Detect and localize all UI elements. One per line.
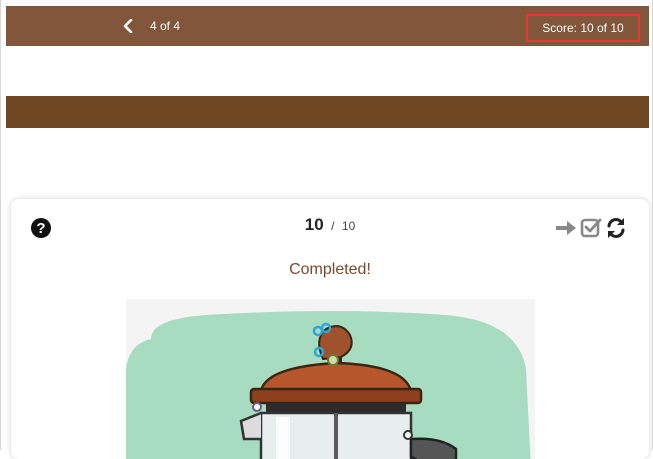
check-square-icon [580,218,602,238]
arrow-right-icon [556,221,576,235]
score-total: 10 [341,219,356,233]
card-score: 10 / 10 [11,215,649,235]
app-frame: 4 of 4 Score: 10 of 10 ? 10 / 10 Complet… [0,0,653,459]
score-current: 10 [304,215,324,234]
score-separator: / [331,219,335,233]
question-progress: 4 of 4 [150,19,181,33]
activity-card: ? 10 / 10 Completed! [11,199,649,459]
top-bar: 4 of 4 Score: 10 of 10 [6,6,649,46]
card-actions [555,216,627,240]
refresh-icon [607,218,625,238]
retry-button[interactable] [605,216,627,240]
check-answer-button[interactable] [580,216,602,240]
completion-message: Completed! [289,261,371,278]
next-button[interactable] [555,216,577,240]
header-band [6,96,649,128]
chevron-left-icon [123,19,133,33]
french-press-illustration [126,299,535,459]
score-badge: Score: 10 of 10 [526,14,640,42]
back-button[interactable] [118,16,138,36]
